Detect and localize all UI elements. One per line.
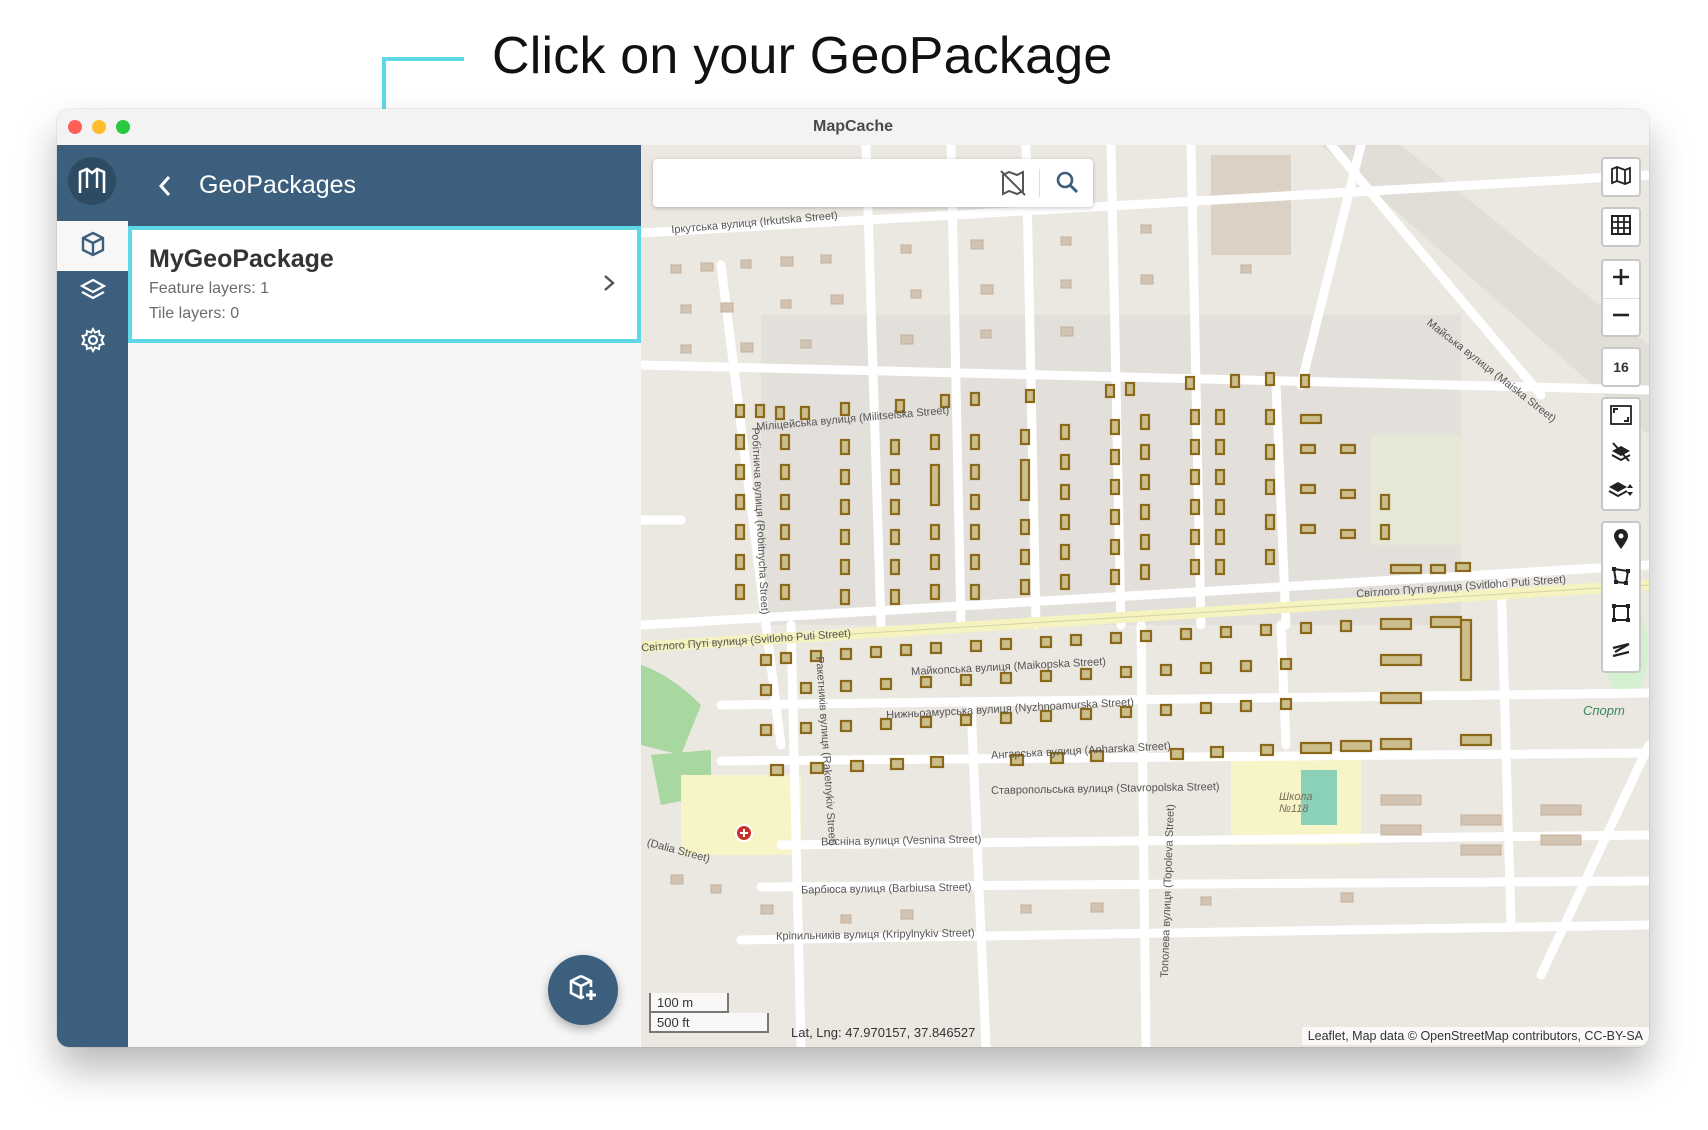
grid-button[interactable] <box>1601 207 1641 247</box>
geopackage-name: MyGeoPackage <box>149 245 334 273</box>
search-separator <box>1039 169 1040 197</box>
map-attribution: Leaflet, Map data © OpenStreetMap contri… <box>1301 1027 1649 1045</box>
panel-header: GeoPackages <box>128 145 641 227</box>
clear-layers-button[interactable] <box>1603 436 1639 473</box>
basemap-button[interactable] <box>1601 157 1641 197</box>
poi-label-school: Школа №118 <box>1279 791 1313 815</box>
search-icon[interactable] <box>1053 169 1083 197</box>
fullscreen-button[interactable] <box>1603 399 1639 436</box>
gear-icon <box>79 326 107 359</box>
layers-icon <box>79 276 107 309</box>
draw-marker-button[interactable] <box>1603 523 1639 560</box>
zoom-in-icon <box>1612 268 1630 291</box>
geopackage-card[interactable]: MyGeoPackage Feature layers: 1 Tile laye… <box>128 226 641 343</box>
add-geopackage-button[interactable] <box>548 955 618 1025</box>
panel-title: GeoPackages <box>199 171 357 199</box>
layer-order-icon <box>1608 478 1634 505</box>
draw-rectangle-button[interactable] <box>1603 597 1639 634</box>
map-search <box>653 159 1093 207</box>
geopackages-panel: GeoPackages MyGeoPackage Feature layers:… <box>128 145 641 1047</box>
titlebar: MapCache <box>57 109 1649 146</box>
scale-metric: 100 m <box>649 993 729 1013</box>
chevron-left-icon <box>158 176 171 196</box>
zoom-in-button[interactable] <box>1603 261 1639 298</box>
scale-imperial: 500 ft <box>649 1013 769 1033</box>
map-marker-off-icon[interactable] <box>998 169 1028 197</box>
rail-item-layers[interactable] <box>57 267 128 317</box>
back-button[interactable] <box>150 169 180 203</box>
zoom-out-icon <box>1612 306 1630 329</box>
zoom-out-button[interactable] <box>1603 298 1639 336</box>
draw-tools <box>1601 521 1641 673</box>
layer-tools <box>1601 397 1641 511</box>
annotation-line <box>382 57 464 61</box>
chevron-right-icon <box>604 275 615 291</box>
basemap-icon <box>1610 164 1632 191</box>
draw-line-icon <box>1610 639 1632 666</box>
latlng-readout: Lat, Lng: 47.970157, 37.846527 <box>791 1025 976 1040</box>
nav-rail <box>57 145 128 1047</box>
fullscreen-icon <box>1610 405 1632 430</box>
rail-item-settings[interactable] <box>57 317 128 367</box>
draw-marker-icon <box>1612 528 1630 555</box>
add-geopackage-icon <box>567 972 599 1009</box>
feature-layers-count: Feature layers: 1 <box>149 280 270 297</box>
tile-layers-count: Tile layers: 0 <box>149 305 240 322</box>
layer-order-button[interactable] <box>1603 473 1639 510</box>
draw-polygon-icon <box>1610 565 1632 592</box>
draw-rectangle-icon <box>1610 602 1632 629</box>
search-input[interactable] <box>665 169 969 199</box>
zoom-level-indicator: 16 <box>1601 347 1641 387</box>
window-title: MapCache <box>812 118 894 135</box>
poi-label-sport: Спорт <box>1583 703 1625 718</box>
app-window: MapCache GeoPackages MyGeoPackage Featur… <box>57 109 1649 1047</box>
clear-layers-icon <box>1610 441 1632 468</box>
mapcache-logo-icon <box>68 157 116 205</box>
map-view[interactable]: Іркутська вулиця (Irkutska Street) Міліц… <box>641 145 1649 1047</box>
geopackage-icon <box>79 230 107 263</box>
zoom-level: 16 <box>1613 359 1629 375</box>
map-tiles <box>641 145 1649 1047</box>
rail-item-geopackages[interactable] <box>57 221 128 271</box>
grid-icon <box>1610 214 1632 241</box>
annotation-text: Click on your GeoPackage <box>492 27 1113 85</box>
zoom-control <box>1601 259 1641 337</box>
draw-line-button[interactable] <box>1603 634 1639 671</box>
draw-polygon-button[interactable] <box>1603 560 1639 597</box>
